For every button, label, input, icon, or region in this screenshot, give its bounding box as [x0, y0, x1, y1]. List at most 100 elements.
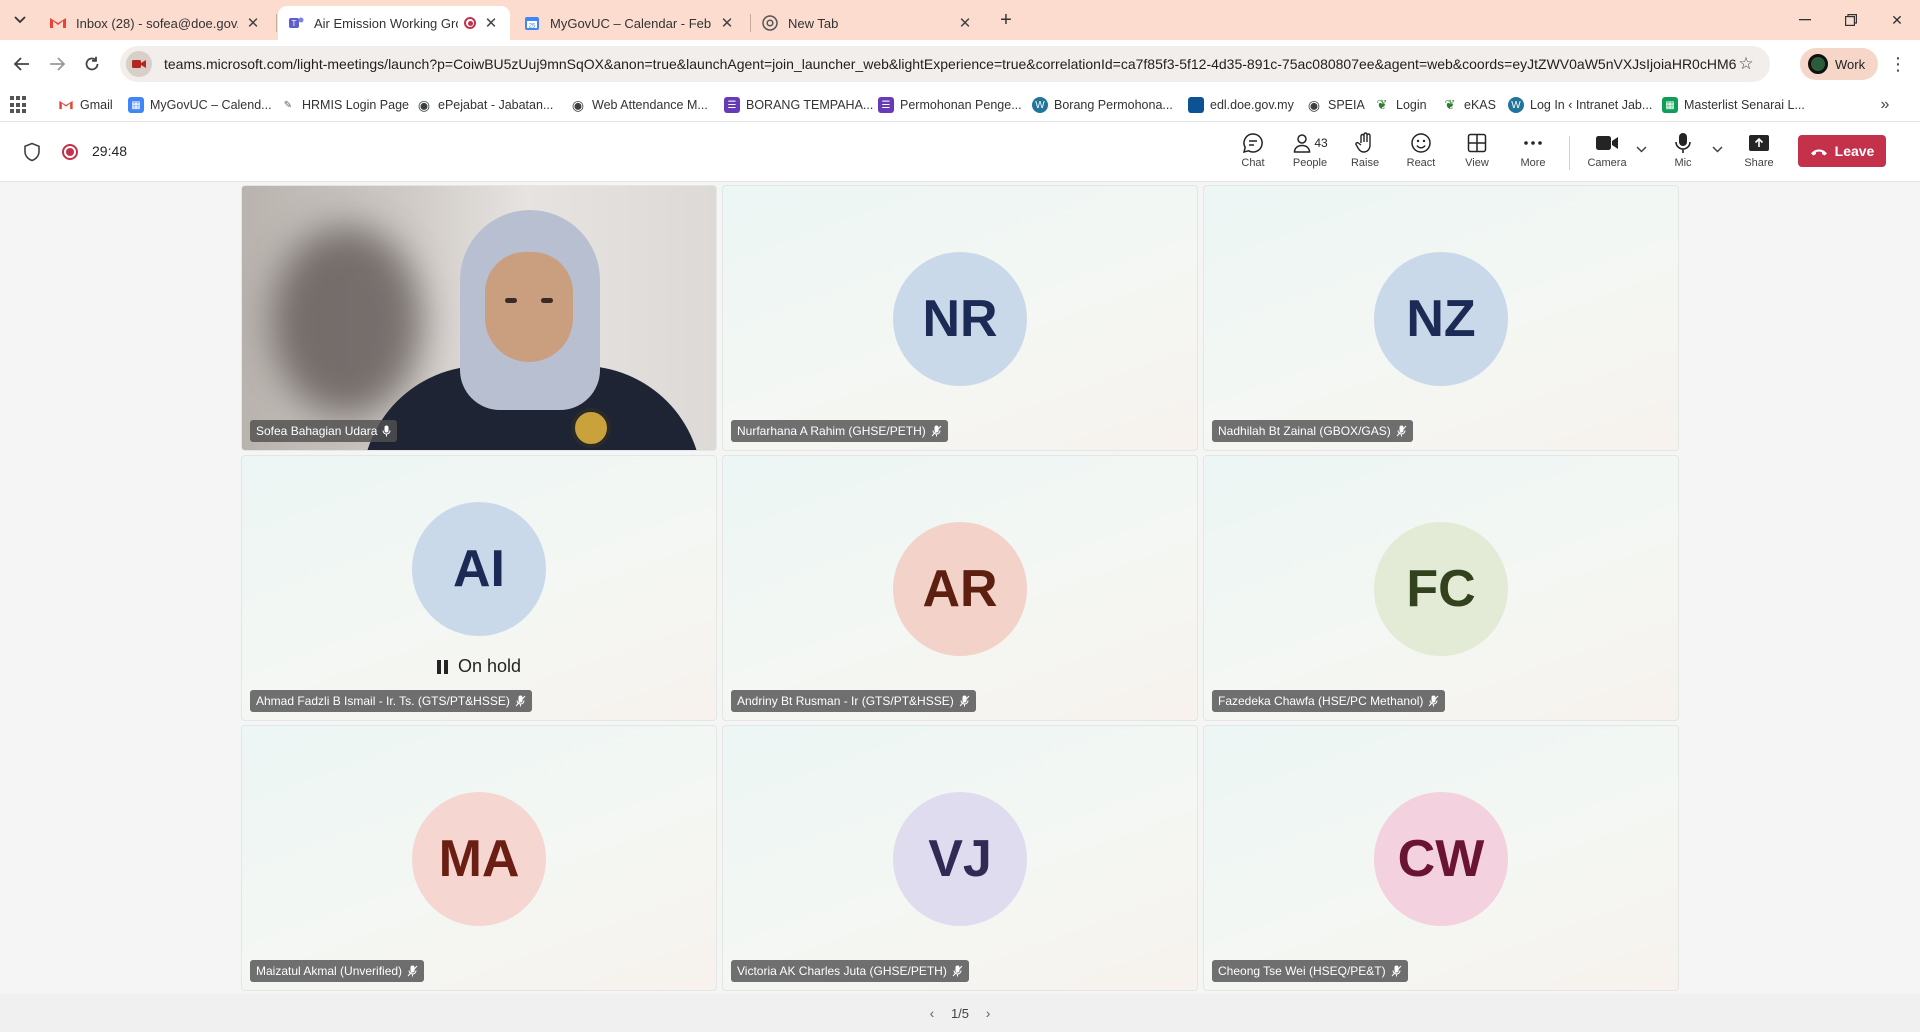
participant-tile[interactable]: FC Fazedeka Chawfa (HSE/PC Methanol) [1203, 455, 1679, 721]
mic-muted-icon [931, 425, 942, 437]
tab-air-emission[interactable]: T Air Emission Working Group ✕ [278, 6, 510, 40]
mic-button[interactable]: Mic [1660, 130, 1706, 176]
participant-name-label: Ahmad Fadzli B Ismail - Ir. Ts. (GTS/PT&… [250, 690, 532, 712]
close-tab-icon[interactable]: ✕ [244, 14, 262, 32]
calendar-icon: 25 [524, 15, 540, 31]
pause-icon [436, 659, 448, 674]
mic-muted-icon [952, 965, 963, 977]
tab-title: Air Emission Working Group [314, 15, 458, 31]
tab-separator [276, 14, 277, 32]
participant-name-label: Maizatul Akmal (Unverified) [250, 960, 425, 982]
back-arrow-icon[interactable] [10, 52, 34, 76]
participant-avatar: AI [412, 502, 546, 636]
react-button[interactable]: React [1398, 130, 1444, 176]
participant-avatar: VJ [893, 792, 1027, 926]
meeting-stage: Sofea Bahagian Udara NR Nurfarhana A Rah… [0, 182, 1920, 994]
share-button[interactable]: Share [1736, 130, 1782, 176]
mic-options-chevron-icon[interactable] [1709, 140, 1725, 158]
bookmark-item[interactable]: ☰ Permohonan Penge... [878, 94, 1022, 116]
bookmark-item[interactable]: edl.doe.gov.my [1188, 94, 1294, 116]
tab-title: MyGovUC – Calendar - February [550, 15, 712, 31]
tab-search-chevron-icon[interactable] [8, 8, 32, 32]
wordpress-icon: W [1032, 97, 1048, 113]
bookmark-item[interactable]: ☰ BORANG TEMPAHA... [724, 94, 873, 116]
sheets-icon: ▦ [1662, 97, 1678, 113]
microphone-icon [1674, 130, 1692, 156]
hang-up-icon [1810, 143, 1828, 159]
participant-tile[interactable]: AI On hold Ahmad Fadzli B Ismail - Ir. T… [241, 455, 717, 721]
profile-chip[interactable]: Work [1800, 48, 1878, 80]
browser-toolbar: teams.microsoft.com/light-meetings/launc… [0, 40, 1920, 88]
participant-tile[interactable]: MA Maizatul Akmal (Unverified) [241, 725, 717, 991]
raise-hand-button[interactable]: Raise [1342, 130, 1388, 176]
people-icon: 43 [1292, 130, 1328, 156]
close-tab-icon[interactable]: ✕ [718, 14, 736, 32]
participant-avatar: NZ [1374, 252, 1508, 386]
previous-page-chevron-icon[interactable]: ‹ [921, 1005, 943, 1021]
globe-icon: ◉ [417, 96, 431, 113]
apps-grid-icon[interactable] [10, 96, 28, 114]
participant-tile[interactable]: VJ Victoria AK Charles Juta (GHSE/PETH) [722, 725, 1198, 991]
participant-name-label: Nadhilah Bt Zainal (GBOX/GAS) [1212, 420, 1413, 442]
more-bookmarks-icon[interactable]: » [1874, 94, 1896, 116]
participant-name-label: Nurfarhana A Rahim (GHSE/PETH) [731, 420, 948, 442]
participant-avatar: AR [893, 522, 1027, 656]
recording-indicator-icon [464, 17, 476, 29]
bookmark-item[interactable]: ◉ ePejabat - Jabatan... [416, 94, 553, 116]
chat-button[interactable]: Chat [1230, 130, 1276, 176]
participant-tile[interactable]: NR Nurfarhana A Rahim (GHSE/PETH) [722, 185, 1198, 451]
url-text[interactable]: teams.microsoft.com/light-meetings/launc… [164, 56, 1736, 72]
next-page-chevron-icon[interactable]: › [977, 1005, 999, 1021]
recording-icon [62, 144, 78, 160]
participant-name-label: Cheong Tse Wei (HSEQ/PE&T) [1212, 960, 1408, 982]
camera-button[interactable]: Camera [1583, 130, 1631, 176]
forms-icon: ☰ [878, 97, 894, 113]
bookmark-item[interactable]: W Borang Permohona... [1032, 94, 1173, 116]
more-button[interactable]: More [1510, 130, 1556, 176]
tab-inbox[interactable]: Inbox (28) - sofea@doe.gov.my ✕ [40, 6, 272, 40]
participant-tile[interactable]: AR Andriny Bt Rusman - Ir (GTS/PT&HSSE) [722, 455, 1198, 721]
browser-tab-strip: Inbox (28) - sofea@doe.gov.my ✕ T Air Em… [0, 0, 1920, 40]
bookmark-item[interactable]: ❦ eKAS [1442, 94, 1496, 116]
forward-arrow-icon[interactable] [45, 52, 69, 76]
shield-icon[interactable] [22, 142, 42, 162]
participant-avatar: MA [412, 792, 546, 926]
mic-muted-icon [959, 695, 970, 707]
view-button[interactable]: View [1454, 130, 1500, 176]
close-tab-icon[interactable]: ✕ [956, 14, 974, 32]
close-tab-icon[interactable]: ✕ [482, 14, 500, 32]
bookmark-item[interactable]: ▦ MyGovUC – Calend... [128, 94, 272, 116]
close-window-icon[interactable]: ✕ [1874, 0, 1920, 40]
meeting-timer: 29:48 [92, 143, 128, 159]
bookmark-item[interactable]: Gmail [58, 94, 113, 116]
participant-tile[interactable]: CW Cheong Tse Wei (HSEQ/PE&T) [1203, 725, 1679, 991]
participant-tile-video[interactable]: Sofea Bahagian Udara [241, 185, 717, 451]
bookmark-item[interactable]: ◉ Web Attendance M... [570, 94, 708, 116]
address-bar[interactable]: teams.microsoft.com/light-meetings/launc… [120, 46, 1770, 82]
participant-tile[interactable]: NZ Nadhilah Bt Zainal (GBOX/GAS) [1203, 185, 1679, 451]
tab-calendar[interactable]: 25 MyGovUC – Calendar - February ✕ [514, 6, 746, 40]
minimize-window-icon[interactable] [1782, 0, 1828, 40]
bookmark-item[interactable]: W Log In ‹ Intranet Jab... [1508, 94, 1652, 116]
tab-new-tab[interactable]: New Tab ✕ [752, 6, 984, 40]
share-screen-icon [1748, 130, 1770, 156]
bookmark-item[interactable]: ❦ Login [1374, 94, 1427, 116]
bookmark-item[interactable]: ▦ Masterlist Senarai L... [1662, 94, 1805, 116]
camera-in-use-icon[interactable] [126, 51, 152, 77]
participant-name-label: Sofea Bahagian Udara [250, 420, 398, 442]
leaf-icon: ❦ [1444, 97, 1456, 112]
participant-avatar: CW [1374, 792, 1508, 926]
participant-avatar: NR [893, 252, 1027, 386]
leave-button[interactable]: Leave [1798, 135, 1886, 167]
new-tab-plus-icon[interactable]: + [994, 8, 1018, 32]
bookmark-item[interactable]: ◉ SPEIA [1306, 94, 1365, 116]
people-button[interactable]: 43 People [1285, 130, 1335, 176]
reload-icon[interactable] [80, 52, 104, 76]
mic-on-icon [382, 425, 391, 437]
participant-name-label: Victoria AK Charles Juta (GHSE/PETH) [731, 960, 969, 982]
browser-menu-icon[interactable]: ⋮ [1886, 52, 1910, 76]
camera-options-chevron-icon[interactable] [1633, 140, 1649, 158]
restore-window-icon[interactable] [1828, 0, 1874, 40]
bookmark-star-icon[interactable]: ☆ [1736, 54, 1756, 74]
bookmark-item[interactable]: ✎ HRMIS Login Page [280, 94, 409, 116]
